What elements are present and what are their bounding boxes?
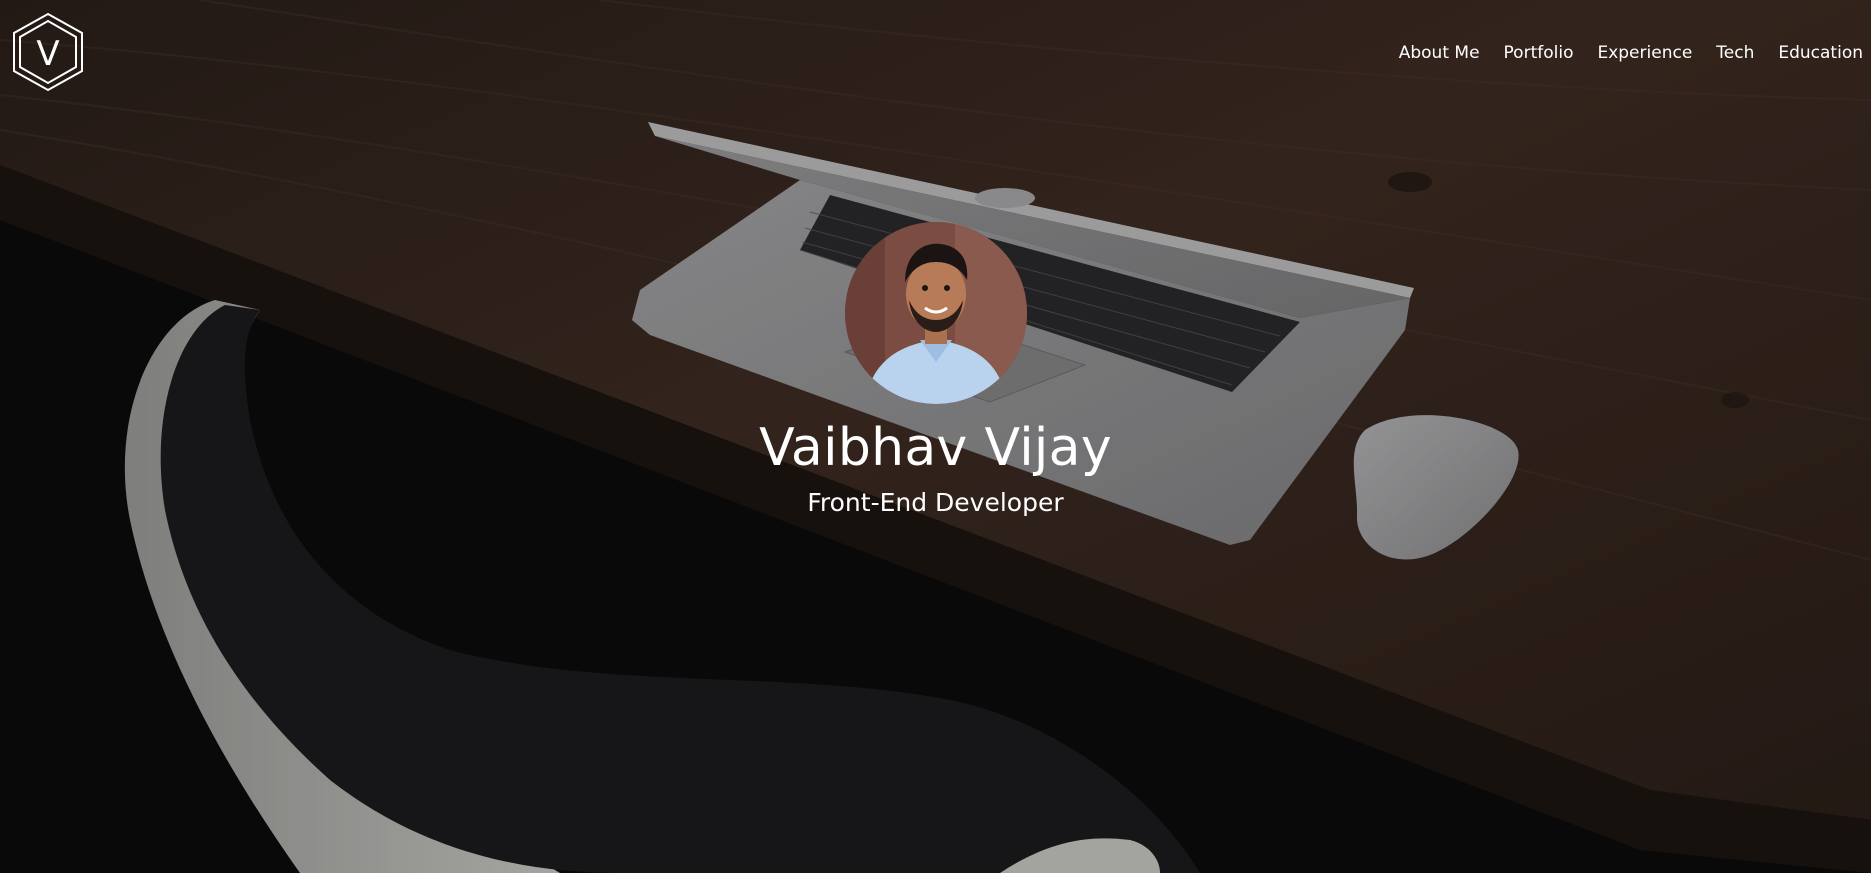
- hero-name: Vaibhav Vijay: [759, 418, 1112, 478]
- nav-item-tech[interactable]: Tech: [1716, 39, 1754, 67]
- nav-item-portfolio[interactable]: Portfolio: [1504, 39, 1574, 67]
- nav-item-education[interactable]: Education: [1778, 39, 1863, 67]
- hexagon-v-logo-icon: V: [13, 12, 83, 92]
- avatar: [844, 222, 1027, 404]
- logo-letter: V: [36, 34, 59, 74]
- site-logo[interactable]: V: [12, 12, 84, 92]
- hero-section: V About Me Portfolio Experience Tech Edu…: [0, 0, 1871, 873]
- nav-item-about-me[interactable]: About Me: [1399, 39, 1480, 67]
- nav-item-experience[interactable]: Experience: [1597, 39, 1692, 67]
- hero-role: Front-End Developer: [807, 488, 1064, 517]
- main-nav: About Me Portfolio Experience Tech Educa…: [1399, 39, 1863, 67]
- profile-block: Vaibhav Vijay Front-End Developer: [0, 222, 1871, 520]
- profile-photo: [844, 222, 1027, 404]
